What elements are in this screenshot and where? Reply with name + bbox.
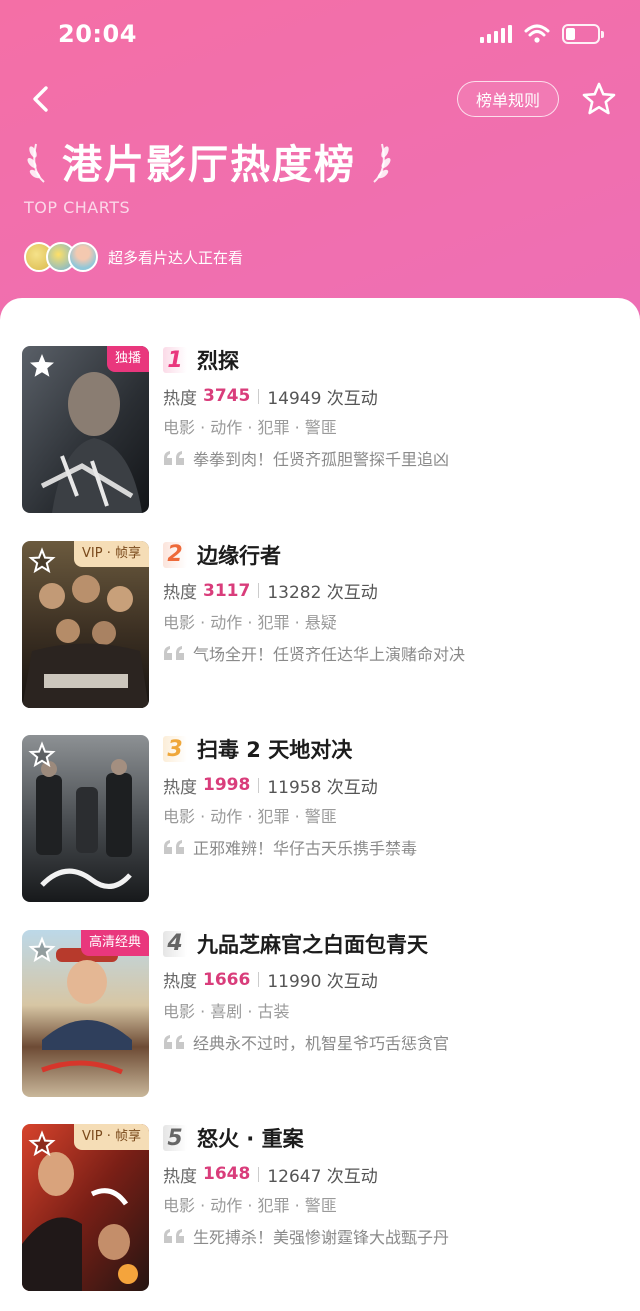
status-icons [480, 24, 604, 44]
chart-rules-button[interactable]: 榜单规则 [457, 81, 559, 117]
exclusive-badge: 独播 [106, 346, 149, 372]
quote-icon [164, 1229, 184, 1243]
list-item[interactable]: 独播 1 烈探 热度 3745 14949 次互动 电影 · 动作 · 犯罪 ·… [0, 346, 640, 541]
poster-image[interactable] [22, 735, 149, 902]
interaction-count: 14949 次互动 [267, 388, 378, 409]
divider [258, 388, 260, 404]
item-info: 1 烈探 热度 3745 14949 次互动 电影 · 动作 · 犯罪 · 警匪… [163, 346, 624, 470]
quote-icon [164, 451, 184, 465]
genre-tags: 电影 · 动作 · 犯罪 · 警匪 [163, 418, 337, 437]
recommendation-quote: 正邪难辨！华仔古天乐携手禁毒 [193, 839, 418, 858]
genre-tags: 电影 · 动作 · 犯罪 · 警匪 [163, 1196, 337, 1215]
page-title: 港片影厅热度榜 [62, 142, 356, 188]
laurel-left-icon [27, 143, 45, 183]
star-outline-icon [28, 741, 56, 768]
heat-value: 1998 [203, 775, 251, 795]
avatar-stack [24, 242, 98, 272]
item-info: 3 扫毒 2 天地对决 热度 1998 11958 次互动 电影 · 动作 · … [163, 735, 624, 859]
recommendation-quote: 拳拳到肉！任贤齐孤胆警探千里追凶 [193, 450, 450, 469]
interaction-count: 13282 次互动 [267, 583, 378, 603]
rank-number: 1 [163, 347, 187, 373]
favorite-star-icon[interactable] [580, 80, 618, 118]
status-time: 20:04 [58, 20, 137, 48]
heat-value: 1648 [203, 1164, 251, 1184]
movie-title[interactable]: 烈探 [197, 345, 239, 375]
movie-title[interactable]: 怒火 · 重案 [197, 1123, 304, 1153]
heat-label: 热度 [163, 388, 197, 409]
heat-label: 热度 [163, 583, 197, 603]
poster-image[interactable]: 独播 [22, 346, 149, 513]
movie-title[interactable]: 扫毒 2 天地对决 [197, 734, 352, 764]
item-info: 2 边缘行者 热度 3117 13282 次互动 电影 · 动作 · 犯罪 · … [163, 541, 624, 665]
watchers-row: 超多看片达人正在看 [24, 242, 243, 272]
rank-number: 5 [163, 1125, 187, 1151]
cellular-signal-icon [480, 25, 512, 43]
rank-number: 3 [163, 736, 187, 762]
item-info: 4 九品芝麻官之白面包青天 热度 1666 11990 次互动 电影 · 喜剧 … [163, 930, 624, 1054]
quote-icon [164, 840, 184, 854]
divider [258, 777, 260, 793]
quote-icon [164, 1034, 184, 1049]
rank-number: 2 [163, 541, 187, 568]
avatar [68, 242, 98, 272]
star-outline-icon [28, 935, 56, 962]
list-item[interactable]: VIP · 帧享 2 边缘行者 热度 3117 13282 次互动 电影 · 动… [0, 540, 640, 736]
heat-label: 热度 [163, 777, 197, 798]
heat-value: 3117 [203, 580, 251, 601]
genre-tags: 电影 · 动作 · 犯罪 · 警匪 [163, 807, 337, 826]
heat-value: 1666 [203, 969, 251, 990]
list-item[interactable]: 3 扫毒 2 天地对决 热度 1998 11958 次互动 电影 · 动作 · … [0, 735, 640, 930]
star-outline-icon [28, 546, 56, 573]
genre-tags: 电影 · 动作 · 犯罪 · 悬疑 [163, 612, 337, 632]
heat-value: 3745 [203, 386, 251, 406]
heat-label: 热度 [163, 1166, 197, 1187]
divider [258, 583, 260, 598]
vip-badge: VIP · 帧享 [74, 1124, 149, 1150]
status-bar: 20:04 [0, 0, 640, 70]
battery-icon [562, 24, 604, 44]
hd-classic-badge: 高清经典 [80, 929, 149, 956]
poster-image[interactable]: VIP · 帧享 [22, 1124, 149, 1291]
interaction-count: 11990 次互动 [267, 972, 378, 992]
vip-badge: VIP · 帧享 [74, 540, 149, 567]
heat-label: 热度 [163, 972, 197, 992]
back-icon[interactable] [24, 82, 58, 116]
item-info: 5 怒火 · 重案 热度 1648 12647 次互动 电影 · 动作 · 犯罪… [163, 1124, 624, 1248]
recommendation-quote: 气场全开！任贤齐任达华上演赌命对决 [193, 644, 466, 664]
ranking-list: 独播 1 烈探 热度 3745 14949 次互动 电影 · 动作 · 犯罪 ·… [0, 298, 640, 1311]
recommendation-quote: 生死搏杀！美强惨谢霆锋大战甄子丹 [193, 1228, 450, 1247]
watchers-text: 超多看片达人正在看 [108, 248, 244, 267]
recommendation-quote: 经典永不过时，机智星爷巧舌惩贪官 [193, 1033, 450, 1053]
movie-title[interactable]: 边缘行者 [197, 540, 281, 570]
divider [258, 1166, 260, 1182]
page-subtitle: TOP CHARTS [24, 198, 131, 217]
wifi-icon [524, 24, 550, 43]
divider [258, 972, 260, 987]
genre-tags: 电影 · 喜剧 · 古装 [163, 1001, 290, 1021]
star-icon [30, 354, 54, 377]
interaction-count: 12647 次互动 [267, 1166, 378, 1187]
poster-image[interactable]: VIP · 帧享 [22, 540, 149, 708]
poster-image[interactable]: 高清经典 [22, 929, 149, 1097]
star-outline-icon [28, 1130, 56, 1157]
list-item[interactable]: VIP · 帧享 5 怒火 · 重案 热度 1648 12647 次互动 电影 … [0, 1124, 640, 1311]
quote-icon [164, 645, 184, 660]
rank-number: 4 [163, 930, 187, 957]
list-item[interactable]: 高清经典 4 九品芝麻官之白面包青天 热度 1666 11990 次互动 电影 … [0, 929, 640, 1125]
interaction-count: 11958 次互动 [267, 777, 378, 798]
page-title-group: 港片影厅热度榜 [24, 132, 394, 190]
movie-title[interactable]: 九品芝麻官之白面包青天 [197, 929, 428, 959]
laurel-right-icon [373, 143, 391, 183]
